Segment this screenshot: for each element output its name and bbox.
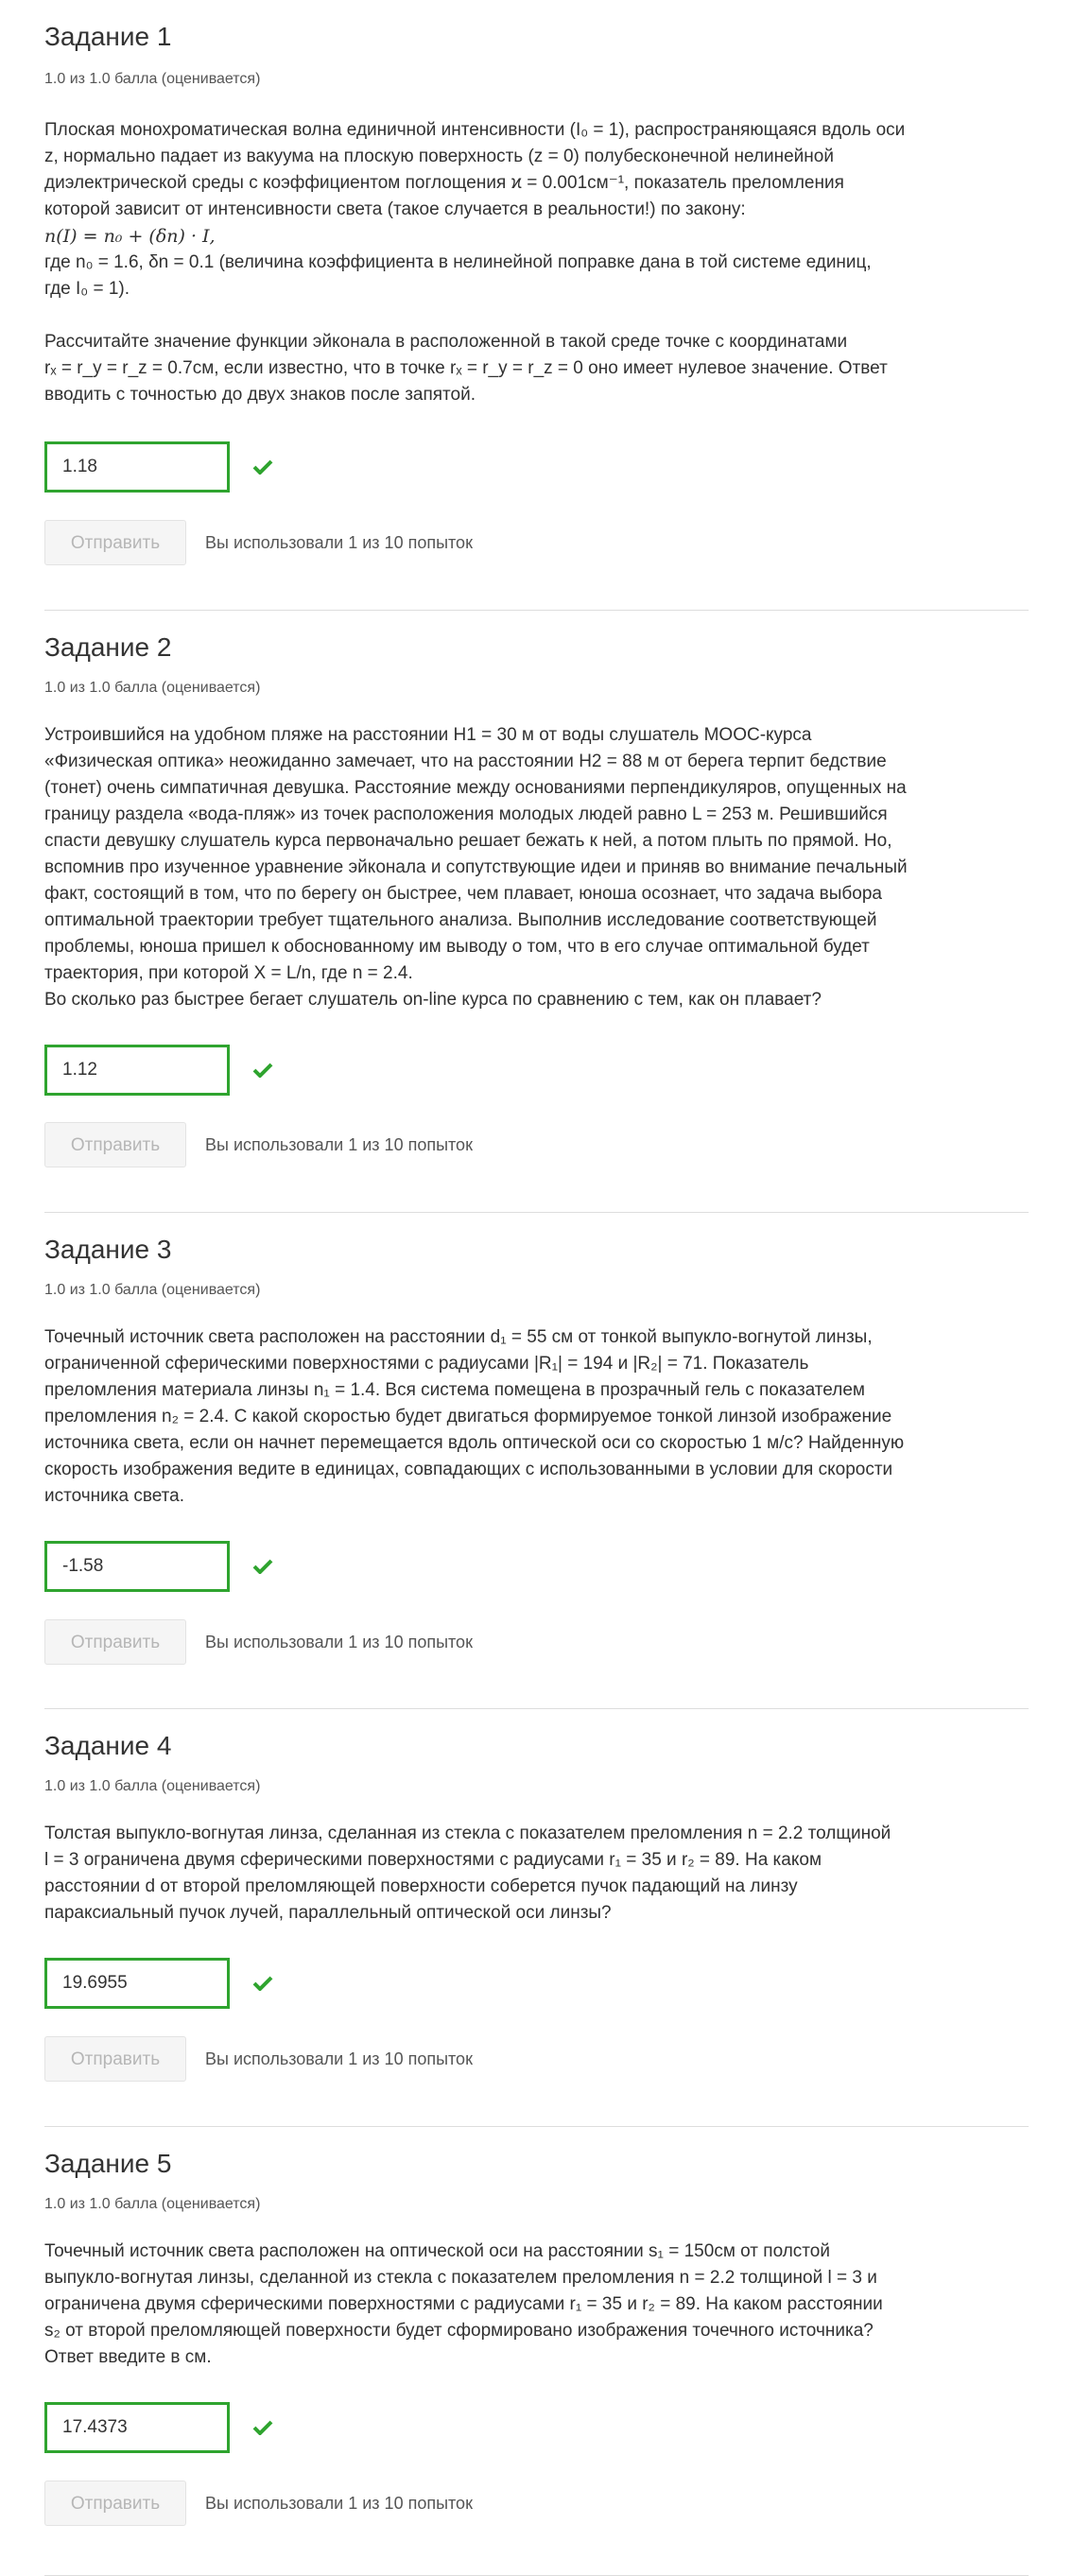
answer-row: 1.18 [44, 441, 1029, 493]
problem-title: Задание 3 [44, 1235, 172, 1264]
answer-input[interactable]: 19.6955 [44, 1958, 230, 2009]
attempts-text: Вы использовали 1 из 10 попыток [205, 2049, 473, 2068]
answer-row: 19.6955 [44, 1958, 1029, 2009]
text-line: где n₀ = 1.6, δn = 0.1 (величина коэффиц… [44, 252, 872, 272]
submit-row: Отправить Вы использовали 1 из 10 попыто… [44, 2036, 1029, 2082]
text-line: Плоская монохроматическая волна единично… [44, 120, 906, 140]
text-line: s₂ от второй преломляющей поверхности бу… [44, 2321, 874, 2341]
submit-button[interactable]: Отправить [44, 2481, 186, 2526]
text-line: спасти девушку слушатель курса первонача… [44, 831, 892, 851]
text-line: Ответ введите в см. [44, 2347, 212, 2367]
answer-row: 1.12 [44, 1045, 1029, 1096]
submit-button[interactable]: Отправить [44, 1122, 186, 1167]
attempts-text: Вы использовали 1 из 10 попыток [205, 532, 473, 552]
problem-score: 1.0 из 1.0 балла (оценивается) [44, 71, 261, 87]
text-line: rₓ = r_y = r_z = 0.7см, если известно, ч… [44, 358, 888, 378]
text-line: расстоянии d от второй преломляющей пове… [44, 1876, 798, 1896]
check-icon [252, 1063, 273, 1078]
check-icon [252, 1559, 273, 1574]
problem-3: Задание 3 1.0 из 1.0 балла (оценивается)… [44, 1213, 1029, 1709]
problem-text: Точечный источник света расположен на оп… [44, 2239, 1029, 2371]
problem-score: 1.0 из 1.0 балла (оценивается) [44, 1778, 261, 1794]
text-line: проблемы, юноша пришел к обоснованному и… [44, 937, 870, 957]
text-line [44, 303, 1029, 329]
problem-text: Точечный источник света расположен на ра… [44, 1324, 1029, 1510]
problems-container: Задание 1 1.0 из 1.0 балла (оценивается)… [0, 0, 1073, 2576]
problem-text: Толстая выпукло-вогнутая линза, сделанна… [44, 1821, 1029, 1927]
answer-input[interactable]: -1.58 [44, 1541, 230, 1592]
submit-row: Отправить Вы использовали 1 из 10 попыто… [44, 1619, 1029, 1665]
attempts-text: Вы использовали 1 из 10 попыток [205, 2493, 473, 2513]
problem-2: Задание 2 1.0 из 1.0 балла (оценивается)… [44, 611, 1029, 1213]
problem-title: Задание 5 [44, 2149, 172, 2178]
text-line: преломления n₂ = 2.4. С какой скоростью … [44, 1407, 892, 1426]
text-line: Устроившийся на удобном пляже на расстоя… [44, 725, 812, 745]
submit-row: Отправить Вы использовали 1 из 10 попыто… [44, 2481, 1029, 2526]
problem-score: 1.0 из 1.0 балла (оценивается) [44, 680, 261, 696]
problem-1: Задание 1 1.0 из 1.0 балла (оценивается)… [44, 0, 1029, 611]
answer-input[interactable]: 17.4373 [44, 2402, 230, 2453]
text-line: Рассчитайте значение функции эйконала в … [44, 332, 848, 352]
check-icon [252, 1976, 273, 1991]
text-line: факт, состоящий в том, что по берегу он … [44, 884, 882, 904]
text-line: оптимальной траектории требует тщательно… [44, 910, 877, 930]
text-line: (тонет) очень симпатичная девушка. Расст… [44, 778, 907, 798]
problem-title: Задание 4 [44, 1731, 172, 1760]
text-line: z, нормально падает из вакуума на плоску… [44, 147, 834, 166]
answer-row: -1.58 [44, 1541, 1029, 1592]
problem-title: Задание 1 [44, 22, 172, 51]
problem-score: 1.0 из 1.0 балла (оценивается) [44, 1282, 261, 1298]
problem-score: 1.0 из 1.0 балла (оценивается) [44, 2196, 261, 2212]
text-line: n(I) = n₀ + (δn) · I, [44, 226, 216, 247]
text-line: источника света. [44, 1486, 184, 1506]
check-icon [252, 2420, 273, 2435]
text-line: источника света, если он начнет перемеща… [44, 1433, 905, 1453]
attempts-text: Вы использовали 1 из 10 попыток [205, 1632, 473, 1651]
submit-row: Отправить Вы использовали 1 из 10 попыто… [44, 1122, 1029, 1167]
text-line: Толстая выпукло-вогнутая линза, сделанна… [44, 1824, 891, 1843]
submit-button[interactable]: Отправить [44, 2036, 186, 2082]
problem-text: Плоская монохроматическая волна единично… [44, 117, 1029, 408]
problem-title: Задание 2 [44, 632, 172, 662]
answer-input[interactable]: 1.18 [44, 441, 230, 493]
text-line: «Физическая оптика» неожиданно замечает,… [44, 752, 887, 771]
answer-input[interactable]: 1.12 [44, 1045, 230, 1096]
text-line: диэлектрической среды с коэффициентом по… [44, 173, 844, 193]
problem-text: Устроившийся на удобном пляже на расстоя… [44, 722, 1029, 1013]
text-line: вспомнив про изученное уравнение эйконал… [44, 857, 908, 877]
text-line: траектория, при которой X = L/n, где n =… [44, 963, 413, 983]
problem-5: Задание 5 1.0 из 1.0 балла (оценивается)… [44, 2127, 1029, 2576]
text-line: Во сколько раз быстрее бегает слушатель … [44, 990, 822, 1010]
text-line: Точечный источник света расположен на оп… [44, 2241, 830, 2261]
text-line: границу раздела «вода-пляж» из точек рас… [44, 804, 888, 824]
check-icon [252, 459, 273, 475]
text-line: скорость изображения ведите в единицах, … [44, 1460, 893, 1479]
submit-button[interactable]: Отправить [44, 520, 186, 565]
submit-row: Отправить Вы использовали 1 из 10 попыто… [44, 520, 1029, 565]
text-line: где I₀ = 1). [44, 279, 130, 299]
text-line: вводить с точностью до двух знаков после… [44, 385, 476, 405]
text-line: которой зависит от интенсивности света (… [44, 199, 746, 219]
text-line: выпукло-вогнутая линзы, сделанной из сте… [44, 2268, 877, 2288]
problem-4: Задание 4 1.0 из 1.0 балла (оценивается)… [44, 1709, 1029, 2127]
text-line: параксиальный пучок лучей, параллельный … [44, 1903, 612, 1923]
text-line: ограниченной сферическими поверхностями … [44, 1354, 809, 1374]
text-line: преломления материала линзы n₁ = 1.4. Вс… [44, 1380, 865, 1400]
answer-row: 17.4373 [44, 2402, 1029, 2453]
text-line: l = 3 ограничена двумя сферическими пове… [44, 1850, 822, 1870]
text-line: Точечный источник света расположен на ра… [44, 1327, 873, 1347]
submit-button[interactable]: Отправить [44, 1619, 186, 1665]
text-line: ограничена двумя сферическими поверхност… [44, 2294, 883, 2314]
attempts-text: Вы использовали 1 из 10 попыток [205, 1134, 473, 1154]
